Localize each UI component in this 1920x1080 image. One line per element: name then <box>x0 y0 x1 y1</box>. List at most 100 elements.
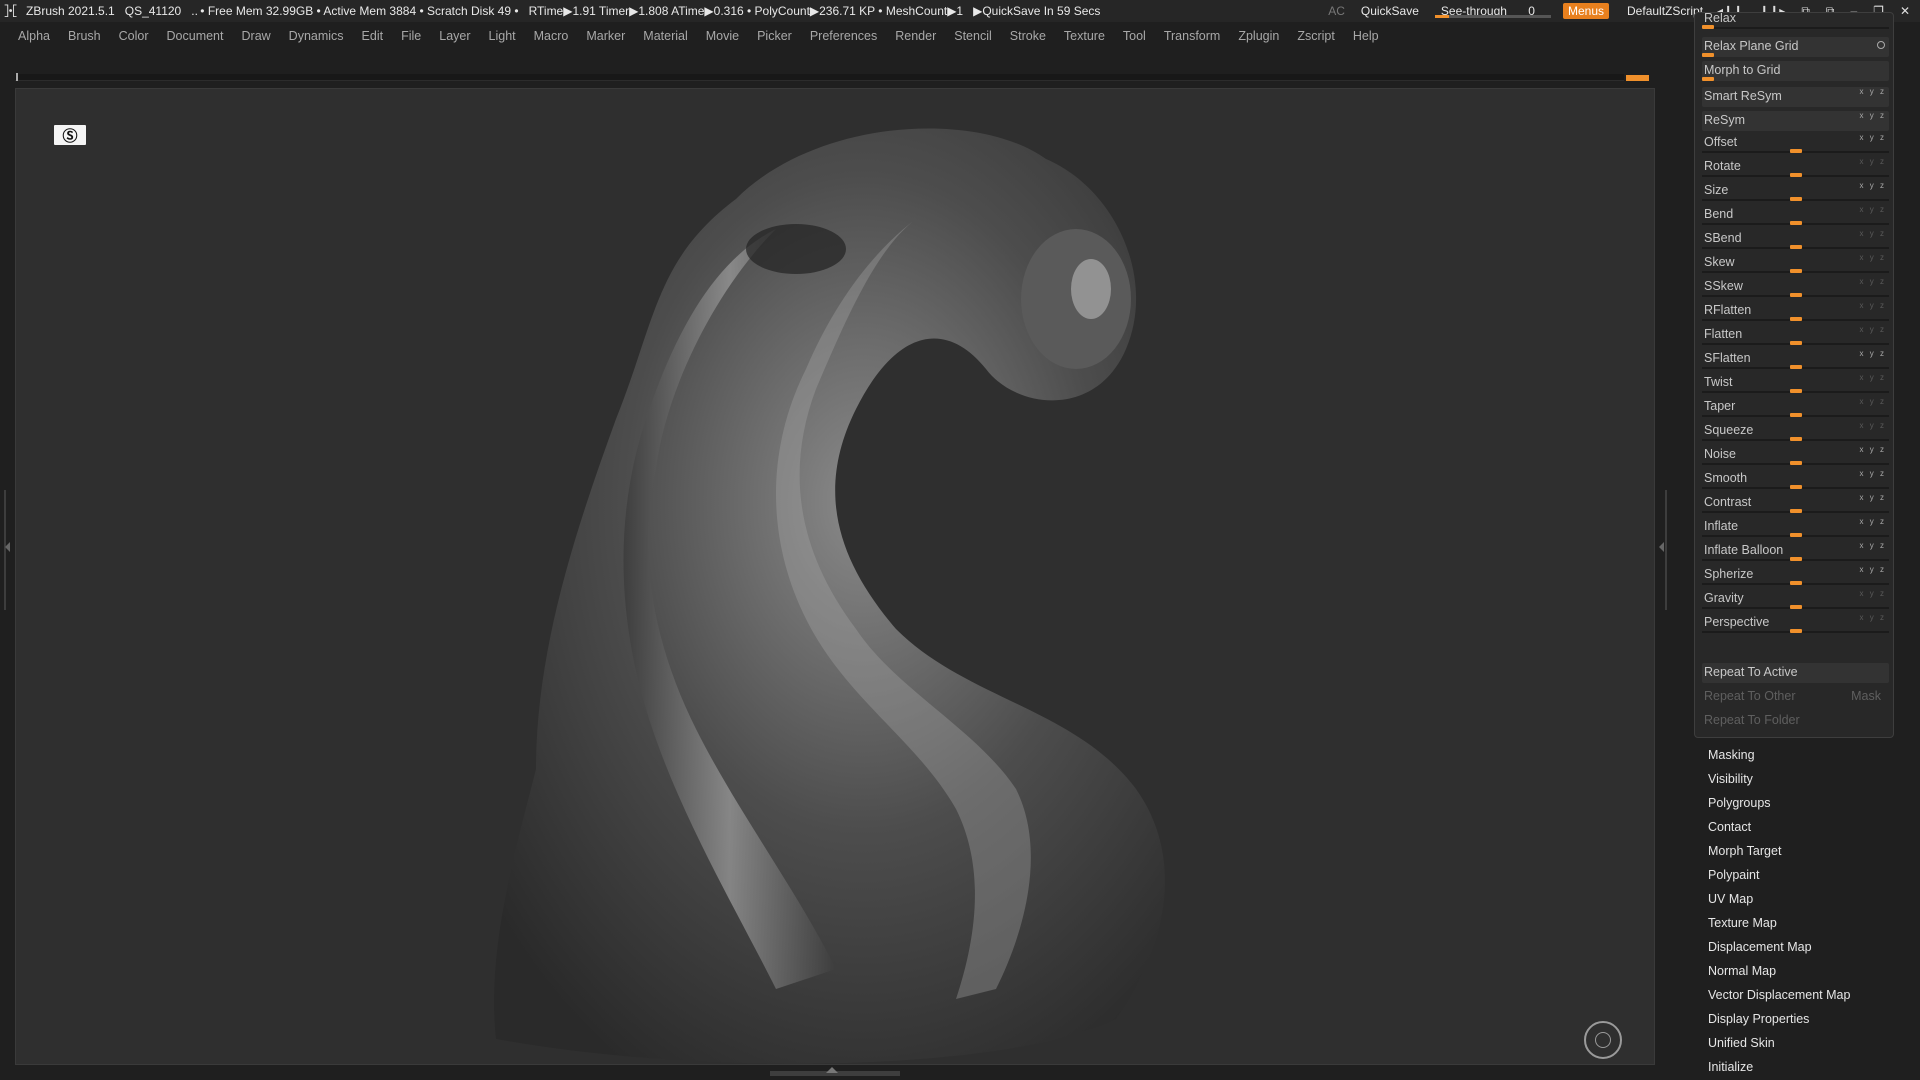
active-indicator[interactable] <box>1626 75 1649 81</box>
menu-tool[interactable]: Tool <box>1123 29 1146 43</box>
slider-offset-axis-icon[interactable]: x y z <box>1860 133 1886 142</box>
subpalette-uv-map[interactable]: UV Map <box>1708 892 1753 906</box>
subpalette-masking[interactable]: Masking <box>1708 748 1755 762</box>
slider-inflate-balloon[interactable]: Inflate Balloon x y z <box>1702 541 1889 561</box>
slider-sflatten-axis-icon[interactable]: x y z <box>1860 349 1886 358</box>
slider-perspective-axis-icon[interactable]: x y z <box>1860 613 1886 622</box>
slider-sbend[interactable]: SBend x y z <box>1702 229 1889 249</box>
slider-twist[interactable]: Twist x y z <box>1702 373 1889 393</box>
slider-rflatten-knob[interactable] <box>1790 317 1802 321</box>
slider-spherize-knob[interactable] <box>1790 581 1802 585</box>
subpalette-contact[interactable]: Contact <box>1708 820 1751 834</box>
morph-to-grid-knob[interactable] <box>1702 77 1714 81</box>
slider-squeeze[interactable]: Squeeze x y z <box>1702 421 1889 441</box>
quicksave-button[interactable]: QuickSave <box>1361 4 1419 18</box>
subpalette-texture-map[interactable]: Texture Map <box>1708 916 1777 930</box>
slider-sflatten-knob[interactable] <box>1790 365 1802 369</box>
menu-marker[interactable]: Marker <box>586 29 625 43</box>
slider-noise[interactable]: Noise x y z <box>1702 445 1889 465</box>
subpalette-normal-map[interactable]: Normal Map <box>1708 964 1776 978</box>
seethrough-slider[interactable]: See-through 0 <box>1434 4 1551 18</box>
slider-flatten-axis-icon[interactable]: x y z <box>1860 325 1886 334</box>
slider-size-knob[interactable] <box>1790 197 1802 201</box>
subpalette-polypaint[interactable]: Polypaint <box>1708 868 1759 882</box>
subpalette-visibility[interactable]: Visibility <box>1708 772 1753 786</box>
slider-flatten-knob[interactable] <box>1790 341 1802 345</box>
menu-material[interactable]: Material <box>643 29 687 43</box>
menu-dynamics[interactable]: Dynamics <box>289 29 344 43</box>
slider-skew-axis-icon[interactable]: x y z <box>1860 253 1886 262</box>
slider-bend[interactable]: Bend x y z <box>1702 205 1889 225</box>
menu-movie[interactable]: Movie <box>706 29 739 43</box>
repeat-to-other-button[interactable]: Repeat To Other Mask <box>1702 687 1889 707</box>
sculpt-mesh[interactable] <box>16 89 1654 1064</box>
navigation-gizmo-icon[interactable] <box>1584 1021 1622 1059</box>
canvas-viewport[interactable]: Ⓢ <box>15 88 1655 1065</box>
slider-sskew-axis-icon[interactable]: x y z <box>1860 277 1886 286</box>
slider-perspective[interactable]: Perspective x y z <box>1702 613 1889 633</box>
menu-render[interactable]: Render <box>895 29 936 43</box>
slider-twist-axis-icon[interactable]: x y z <box>1860 373 1886 382</box>
subpalette-initialize[interactable]: Initialize <box>1708 1060 1753 1074</box>
subpalette-displacement-map[interactable]: Displacement Map <box>1708 940 1812 954</box>
slider-sskew[interactable]: SSkew x y z <box>1702 277 1889 297</box>
relax-plane-grid-button[interactable]: Relax Plane Grid <box>1702 37 1889 57</box>
slider-gravity[interactable]: Gravity x y z <box>1702 589 1889 609</box>
top-shelf-strip[interactable] <box>15 73 1624 81</box>
slider-perspective-knob[interactable] <box>1790 629 1802 633</box>
slider-rflatten[interactable]: RFlatten x y z <box>1702 301 1889 321</box>
menu-draw[interactable]: Draw <box>242 29 271 43</box>
relax-slider[interactable]: Relax <box>1702 13 1889 29</box>
slider-size-axis-icon[interactable]: x y z <box>1860 181 1886 190</box>
menu-zscript[interactable]: Zscript <box>1297 29 1335 43</box>
morph-to-grid-button[interactable]: Morph to Grid <box>1702 61 1889 81</box>
slider-twist-knob[interactable] <box>1790 389 1802 393</box>
menu-color[interactable]: Color <box>119 29 149 43</box>
slider-taper[interactable]: Taper x y z <box>1702 397 1889 417</box>
slider-bend-axis-icon[interactable]: x y z <box>1860 205 1886 214</box>
slider-sskew-knob[interactable] <box>1790 293 1802 297</box>
menu-alpha[interactable]: Alpha <box>18 29 50 43</box>
menu-edit[interactable]: Edit <box>362 29 384 43</box>
slider-noise-knob[interactable] <box>1790 461 1802 465</box>
slider-sbend-knob[interactable] <box>1790 245 1802 249</box>
slider-smooth-axis-icon[interactable]: x y z <box>1860 469 1886 478</box>
repeat-to-folder-button[interactable]: Repeat To Folder <box>1702 711 1889 731</box>
menu-zplugin[interactable]: Zplugin <box>1238 29 1279 43</box>
bottom-tray-handle[interactable] <box>770 1067 900 1076</box>
slider-offset-knob[interactable] <box>1790 149 1802 153</box>
repeat-to-active-button[interactable]: Repeat To Active <box>1702 663 1889 683</box>
slider-contrast[interactable]: Contrast x y z <box>1702 493 1889 513</box>
left-tray-handle[interactable] <box>4 490 12 610</box>
menu-brush[interactable]: Brush <box>68 29 101 43</box>
slider-noise-axis-icon[interactable]: x y z <box>1860 445 1886 454</box>
slider-gravity-axis-icon[interactable]: x y z <box>1860 589 1886 598</box>
slider-offset[interactable]: Offset x y z <box>1702 133 1889 153</box>
relax-knob[interactable] <box>1702 25 1714 29</box>
resym-axis-icon[interactable]: x y z <box>1860 111 1886 120</box>
right-tray-handle[interactable] <box>1659 490 1667 610</box>
slider-spherize[interactable]: Spherize x y z <box>1702 565 1889 585</box>
slider-rotate-knob[interactable] <box>1790 173 1802 177</box>
relax-plane-grid-toggle-icon[interactable] <box>1877 41 1885 49</box>
subpalette-display-properties[interactable]: Display Properties <box>1708 1012 1809 1026</box>
slider-gravity-knob[interactable] <box>1790 605 1802 609</box>
close-icon[interactable]: ✕ <box>1900 4 1910 18</box>
menu-light[interactable]: Light <box>489 29 516 43</box>
subpalette-polygroups[interactable]: Polygroups <box>1708 796 1771 810</box>
slider-squeeze-axis-icon[interactable]: x y z <box>1860 421 1886 430</box>
slider-inflate[interactable]: Inflate x y z <box>1702 517 1889 537</box>
menu-stroke[interactable]: Stroke <box>1010 29 1046 43</box>
subpalette-unified-skin[interactable]: Unified Skin <box>1708 1036 1775 1050</box>
slider-inflate-balloon-knob[interactable] <box>1790 557 1802 561</box>
slider-skew[interactable]: Skew x y z <box>1702 253 1889 273</box>
slider-sbend-axis-icon[interactable]: x y z <box>1860 229 1886 238</box>
menu-stencil[interactable]: Stencil <box>954 29 992 43</box>
slider-sflatten[interactable]: SFlatten x y z <box>1702 349 1889 369</box>
smart-resym-button[interactable]: Smart ReSym x y z <box>1702 87 1889 107</box>
slider-bend-knob[interactable] <box>1790 221 1802 225</box>
slider-taper-knob[interactable] <box>1790 413 1802 417</box>
slider-squeeze-knob[interactable] <box>1790 437 1802 441</box>
slider-spherize-axis-icon[interactable]: x y z <box>1860 565 1886 574</box>
slider-rotate-axis-icon[interactable]: x y z <box>1860 157 1886 166</box>
